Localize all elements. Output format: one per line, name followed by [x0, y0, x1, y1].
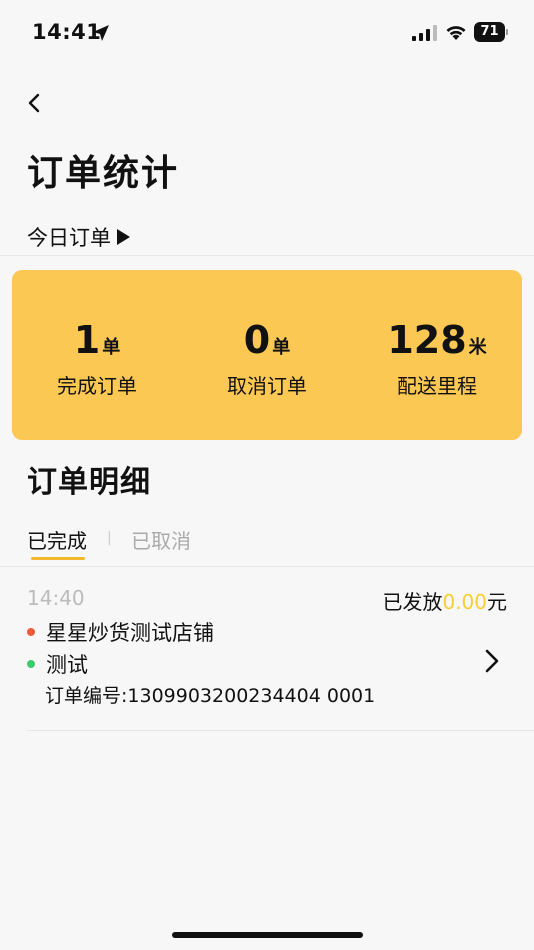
store-line: 星星炒货测试店铺 [27, 617, 214, 647]
date-filter-dropdown[interactable]: 今日订单 [27, 222, 130, 252]
cellular-signal-icon [412, 25, 437, 41]
summary-card: 1单 完成订单 0单 取消订单 128 米 配送里程 [12, 270, 522, 440]
order-time: 14:40 [27, 586, 85, 610]
wifi-icon [446, 26, 466, 40]
stat-cancelled-value: 0 [243, 318, 271, 362]
order-amount: 已发放0.00元 [382, 586, 507, 615]
battery-level: 71 [474, 22, 505, 42]
status-time: 14:41 [32, 20, 102, 44]
stat-completed-unit: 单 [102, 337, 121, 358]
store-name: 星星炒货测试店铺 [46, 621, 214, 645]
stat-distance-label: 配送里程 [397, 374, 477, 398]
stat-distance-value: 128 [387, 318, 467, 362]
customer-name: 测试 [46, 653, 88, 677]
stat-cancelled: 0单 取消订单 [182, 318, 352, 399]
location-arrow-icon [93, 25, 109, 41]
customer-dot-icon [27, 660, 35, 668]
home-indicator [172, 932, 363, 938]
tab-separator: | [107, 530, 112, 546]
stat-completed-label: 完成订单 [57, 374, 137, 398]
stat-completed-value: 1 [73, 318, 101, 362]
status-bar: 14:41 71 [0, 0, 534, 66]
active-tab-indicator [31, 557, 85, 560]
amount-suffix: 元 [487, 590, 507, 614]
chevron-right-icon [485, 649, 499, 673]
customer-line: 测试 [27, 649, 88, 679]
amount-value: 0.00 [442, 590, 487, 614]
tab-completed[interactable]: 已完成 [27, 525, 87, 554]
stat-cancelled-label: 取消订单 [227, 374, 307, 398]
page-title: 订单统计 [27, 153, 180, 194]
divider [27, 730, 534, 731]
order-number: 订单编号:1309903200234404 0001 [45, 685, 376, 707]
divider [0, 255, 534, 256]
date-filter-label: 今日订单 [27, 226, 111, 250]
battery-icon: 71 [474, 22, 508, 42]
stat-cancelled-unit: 单 [272, 337, 291, 358]
order-list-item[interactable]: 14:40 已发放0.00元 星星炒货测试店铺 测试 订单编号:13099032… [0, 567, 534, 732]
store-dot-icon [27, 628, 35, 636]
stat-completed: 1单 完成订单 [12, 318, 182, 399]
section-title: 订单明细 [27, 465, 151, 500]
stat-distance-unit: 米 [468, 337, 487, 358]
amount-prefix: 已发放 [382, 590, 443, 614]
back-button[interactable] [20, 88, 50, 118]
tab-cancelled[interactable]: 已取消 [131, 525, 191, 554]
triangle-right-icon [117, 229, 130, 245]
stat-distance: 128 米 配送里程 [352, 318, 522, 399]
